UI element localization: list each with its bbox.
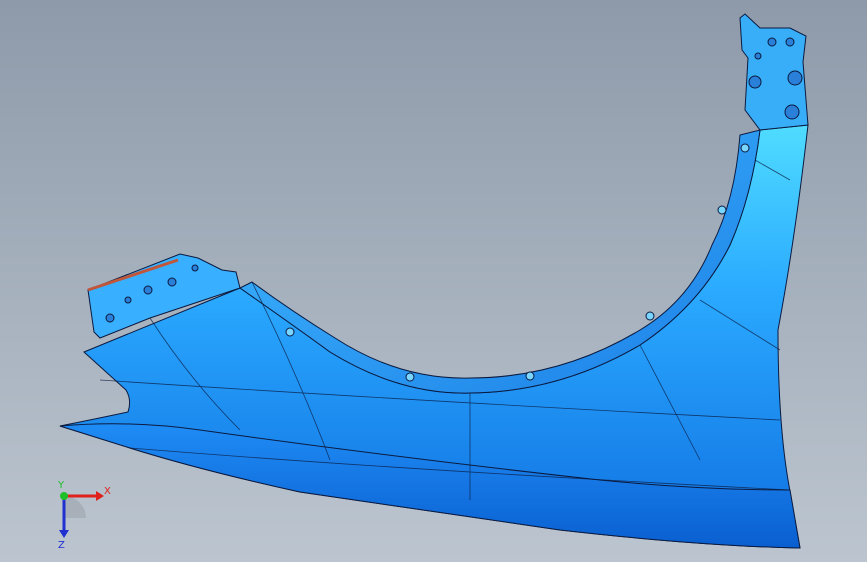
y-axis-label: Y <box>57 480 65 491</box>
fender-model[interactable] <box>0 0 867 562</box>
axis-triad: X Y Z <box>57 480 111 550</box>
z-axis-label: Z <box>58 540 65 550</box>
x-axis-label: X <box>104 486 111 497</box>
y-axis <box>60 492 68 500</box>
3d-viewport[interactable]: X Y Z <box>0 0 867 562</box>
